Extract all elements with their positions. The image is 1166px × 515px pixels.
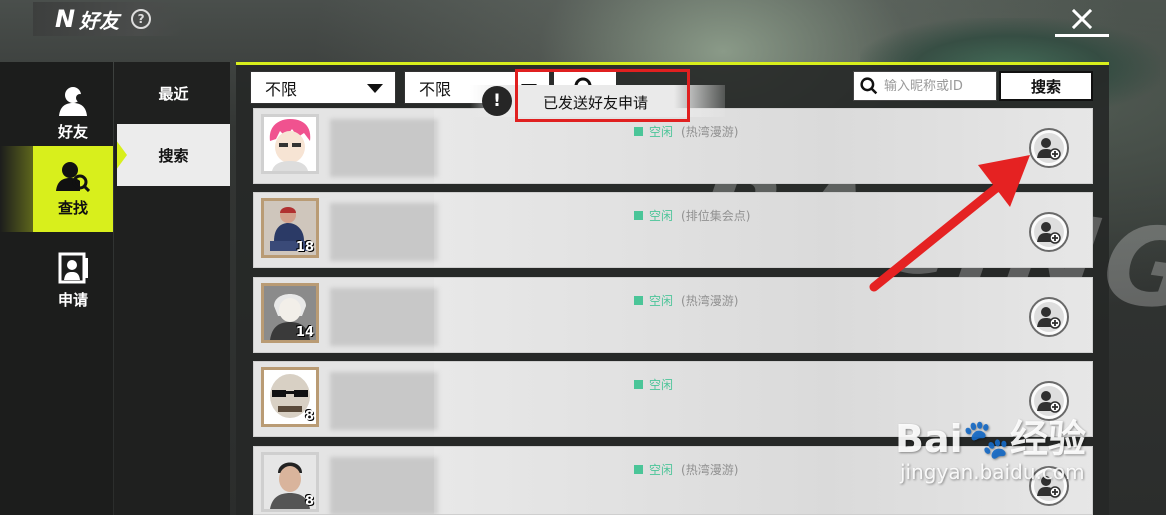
app-logo: N	[55, 5, 75, 33]
status-dot	[634, 465, 643, 474]
nav-item-requests[interactable]: 申请	[33, 238, 113, 324]
player-level: 8	[304, 409, 314, 424]
add-friend-icon	[1037, 307, 1061, 329]
close-button[interactable]	[1055, 3, 1109, 37]
add-friend-icon	[1037, 138, 1061, 160]
sub-nav: 最近 搜索	[114, 62, 230, 515]
filter-1-value: 不限	[265, 79, 298, 99]
chevron-down-icon	[367, 84, 383, 93]
player-status: 空闲 (热湾漫游)	[634, 123, 738, 140]
character-avatar[interactable]: 14	[261, 283, 319, 343]
add-friend-button[interactable]	[1029, 297, 1069, 337]
nav-item-friends[interactable]: 好友	[33, 70, 113, 156]
blurred-player-name	[330, 119, 438, 177]
left-nav: 好友 查找 申请	[0, 62, 113, 515]
player-status: 空闲 (热湾漫游)	[634, 292, 738, 309]
player-status: 空闲	[634, 376, 681, 393]
person-icon	[59, 87, 87, 116]
exclamation-icon: !	[482, 86, 512, 116]
highlight-annotation-box	[515, 69, 690, 122]
nav-label-find: 查找	[57, 199, 88, 217]
search-input[interactable]	[884, 78, 984, 94]
header-bar: N 好友 ?	[33, 2, 183, 36]
add-friend-icon	[1037, 222, 1061, 244]
player-level: 18	[295, 240, 314, 255]
status-dot	[634, 211, 643, 220]
close-icon	[1071, 8, 1093, 29]
player-status: 空闲 (排位集会点)	[634, 207, 750, 224]
blurred-player-name	[330, 457, 438, 515]
contact-card-icon	[58, 252, 88, 284]
status-dot	[634, 127, 643, 136]
page-title: 好友	[79, 8, 120, 33]
player-level: 14	[295, 325, 314, 340]
baidu-watermark: Bai🐾经验	[895, 417, 1086, 461]
player-status: 空闲 (热湾漫游)	[634, 461, 738, 478]
blurred-player-name	[330, 372, 438, 430]
person-search-icon	[56, 162, 90, 192]
search-button[interactable]: 搜索	[999, 71, 1093, 101]
search-icon	[860, 77, 878, 95]
anime-avatar[interactable]	[261, 114, 319, 174]
sub-item-recent[interactable]: 最近	[117, 62, 230, 124]
filter-2-value: 不限	[419, 79, 452, 99]
search-input-box[interactable]	[853, 71, 997, 101]
blurred-player-name	[330, 203, 438, 261]
nav-item-find[interactable]: 查找	[0, 146, 113, 232]
nav-label-friends: 好友	[57, 123, 88, 141]
status-dot	[634, 296, 643, 305]
sub-item-search[interactable]: 搜索	[117, 124, 230, 186]
photo-avatar[interactable]: 8	[261, 452, 319, 512]
baidu-watermark-url: jingyan.baidu.com	[900, 460, 1085, 484]
filter-dropdown-1[interactable]: 不限	[250, 71, 396, 104]
meme-avatar[interactable]: 8	[261, 367, 319, 427]
character-avatar[interactable]: 18	[261, 198, 319, 258]
red-arrow-annotation	[869, 155, 1030, 292]
question-circle-icon[interactable]: ?	[131, 9, 152, 29]
blurred-player-name	[330, 288, 438, 346]
status-dot	[634, 380, 643, 389]
nav-label-requests: 申请	[57, 291, 88, 309]
player-level: 8	[304, 494, 314, 509]
